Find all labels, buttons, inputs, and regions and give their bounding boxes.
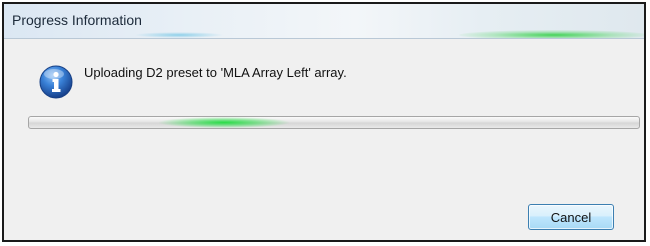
cancel-button[interactable]: Cancel [528,204,614,230]
title-bar[interactable]: Progress Information [4,4,644,39]
title-bar-glow [134,32,224,38]
progress-indicator [159,117,289,128]
info-icon [39,65,73,99]
dialog-title: Progress Information [12,12,142,28]
progress-bar [28,116,640,129]
progress-dialog: Progress Information Uploading D2 preset… [2,2,646,242]
dialog-content: Uploading D2 preset to 'MLA Array Left' … [4,39,644,240]
status-message: Uploading D2 preset to 'MLA Array Left' … [84,65,347,80]
title-bar-glow [459,30,644,38]
